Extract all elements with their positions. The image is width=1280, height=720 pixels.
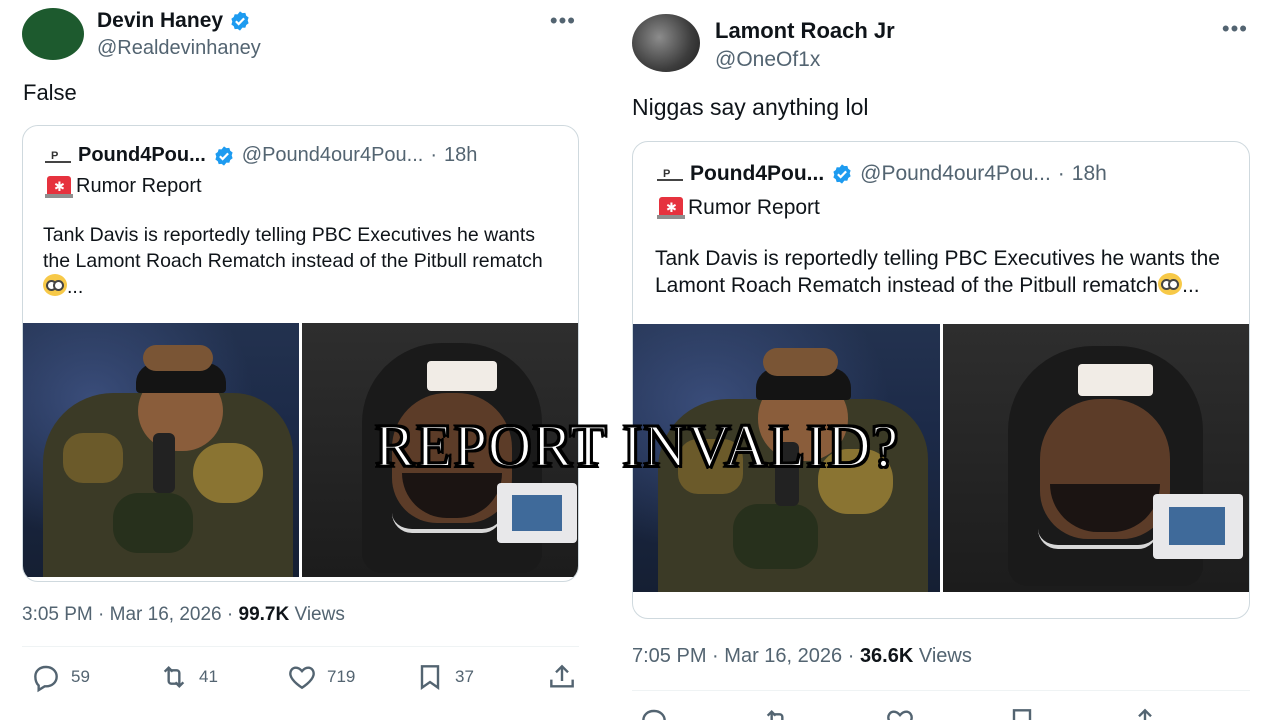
tweet-meta: 3:05 PM · Mar 16, 2026 · 99.7K Views [22, 604, 582, 626]
quoted-author-name[interactable]: Pound4Pou... [78, 144, 206, 167]
tweet-meta: 7:05 PM · Mar 16, 2026 · 36.6K Views [632, 645, 1252, 668]
separator: · [98, 604, 105, 625]
quoted-tweet-header: P Pound4Pou... @Pound4our4Pou... · 18h [23, 126, 578, 167]
author-display-name[interactable]: Lamont Roach Jr [715, 18, 895, 44]
reply-icon [642, 709, 666, 720]
repost-count: 41 [199, 667, 218, 686]
more-options-icon[interactable]: ••• [550, 8, 576, 34]
bookmark-icon [420, 665, 440, 690]
quoted-avatar: P [657, 164, 683, 184]
tweet-time[interactable]: 7:05 PM [632, 645, 706, 667]
like-button[interactable] [884, 705, 1007, 720]
siren-icon: ✱ [657, 197, 685, 219]
repost-button[interactable] [761, 705, 884, 720]
like-count: 719 [327, 667, 356, 686]
views-count: 36.6K [859, 645, 914, 667]
more-options-icon[interactable]: ••• [1222, 16, 1248, 42]
share-icon [1138, 708, 1153, 720]
views-label: Views [918, 645, 972, 667]
tweet-lamont-roach: Lamont Roach Jr @OneOf1x ••• Niggas say … [632, 0, 1252, 720]
separator: · [712, 645, 719, 667]
avatar[interactable] [22, 8, 84, 60]
tweet-text: False [23, 80, 77, 105]
quoted-body: Tank Davis is reportedly telling PBC Exe… [23, 198, 578, 300]
author-name-link[interactable]: Lamont Roach Jr [715, 18, 895, 44]
separator: · [430, 144, 437, 166]
tweet-devin-haney: Devin Haney @Realdevinhaney ••• False P … [22, 0, 582, 693]
rumor-label: ✱ Rumor Report [633, 186, 1249, 220]
quoted-handle[interactable]: @Pound4our4Pou... [242, 144, 424, 167]
ellipsis: ... [67, 276, 84, 298]
quoted-tweet[interactable]: P Pound4Pou... @Pound4our4Pou... · 18h ✱… [632, 141, 1250, 619]
heart-icon [886, 710, 913, 720]
quoted-tweet[interactable]: P Pound4Pou... @Pound4our4Pou... · 18h ✱… [22, 125, 579, 582]
share-button[interactable] [546, 661, 578, 693]
reply-button[interactable] [638, 705, 761, 720]
action-bar [632, 705, 1252, 720]
flushed-face-icon [1158, 273, 1183, 295]
avatar[interactable] [632, 14, 700, 72]
reply-count: 59 [71, 667, 90, 686]
quoted-tweet-header: P Pound4Pou... @Pound4our4Pou... · 18h [633, 142, 1249, 186]
quoted-avatar: P [45, 146, 71, 166]
action-bar: 59 41 719 37 [22, 661, 582, 693]
tweet-time[interactable]: 3:05 PM [22, 604, 93, 625]
repost-icon [766, 709, 784, 720]
author-name-link[interactable]: Devin Haney [97, 9, 251, 33]
tweet-date[interactable]: Mar 16, 2026 [724, 645, 842, 667]
verified-badge-icon [231, 11, 249, 31]
views-count: 99.7K [238, 604, 290, 625]
repost-icon [163, 665, 185, 689]
author-handle[interactable]: @Realdevinhaney [97, 37, 261, 60]
photo-press-conference-1[interactable] [23, 323, 299, 577]
separator: · [1057, 162, 1065, 185]
verified-badge-icon [215, 145, 233, 166]
rumor-label-text: Rumor Report [688, 196, 820, 219]
overlay-caption: REPORT INVALID? [374, 412, 900, 480]
quoted-time[interactable]: 18h [444, 144, 477, 167]
rumor-label-text: Rumor Report [76, 175, 202, 197]
tweet-date[interactable]: Mar 16, 2026 [110, 604, 222, 625]
photo-press-conference-2[interactable] [942, 324, 1249, 592]
author-block: Lamont Roach Jr @OneOf1x [715, 18, 895, 72]
separator: · [847, 645, 855, 667]
quoted-body-text: Tank Davis is reportedly telling PBC Exe… [43, 224, 543, 272]
quoted-author-name[interactable]: Pound4Pou... [690, 162, 824, 186]
ellipsis: ... [1182, 274, 1200, 297]
rumor-label: ✱ Rumor Report [23, 167, 578, 198]
repost-button[interactable]: 41 [158, 661, 286, 693]
quoted-body-text: Tank Davis is reportedly telling PBC Exe… [655, 247, 1220, 297]
like-button[interactable]: 719 [286, 661, 414, 693]
divider [22, 646, 579, 647]
views-label: Views [294, 604, 345, 625]
reply-icon [34, 665, 58, 693]
quoted-handle[interactable]: @Pound4our4Pou... [860, 162, 1051, 186]
author-display-name[interactable]: Devin Haney [97, 9, 223, 33]
bookmark-button[interactable]: 37 [414, 661, 542, 693]
author-handle[interactable]: @OneOf1x [715, 48, 895, 72]
bookmark-button[interactable] [1006, 705, 1129, 720]
bookmark-icon [1013, 709, 1032, 720]
bookmark-count: 37 [455, 667, 474, 686]
divider [632, 690, 1250, 691]
siren-icon: ✱ [45, 175, 73, 198]
verified-badge-icon [833, 164, 851, 184]
separator: · [226, 604, 234, 625]
author-block: Devin Haney @Realdevinhaney [97, 9, 261, 60]
share-icon [550, 664, 574, 688]
tweet-header: Lamont Roach Jr @OneOf1x ••• [632, 0, 1252, 72]
heart-icon [289, 666, 315, 690]
quoted-time[interactable]: 18h [1072, 162, 1107, 186]
share-button[interactable] [1129, 705, 1252, 720]
tweet-header: Devin Haney @Realdevinhaney ••• [22, 0, 582, 70]
tweet-text: Niggas say anything lol [632, 94, 869, 120]
flushed-face-icon [43, 274, 67, 296]
reply-button[interactable]: 59 [30, 661, 158, 693]
quoted-body: Tank Davis is reportedly telling PBC Exe… [633, 220, 1249, 299]
